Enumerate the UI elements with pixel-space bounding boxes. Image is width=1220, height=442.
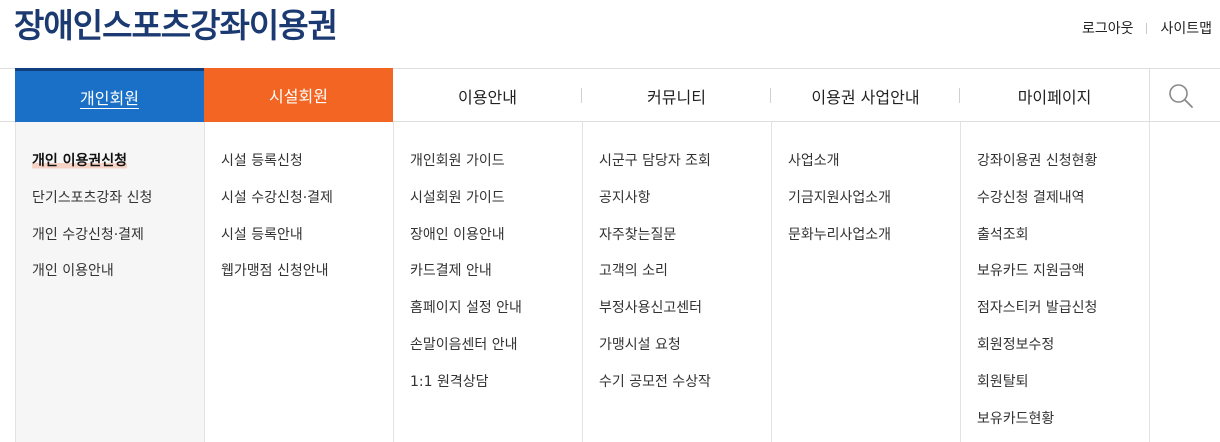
menu-item-business-intro[interactable]: 사업소개 — [788, 151, 960, 171]
menu-column-facility: 시설 등록신청 시설 수강신청·결제 시설 등록안내 웹가맹점 신청안내 — [205, 122, 394, 442]
menu-item-payment-history[interactable]: 수강신청 결제내역 — [977, 188, 1149, 208]
menu-item-facility-enroll-pay[interactable]: 시설 수강신청·결제 — [221, 188, 393, 208]
site-header: 장애인스포츠강좌이용권 로그아웃 사이트맵 — [0, 0, 1220, 68]
tab-mypage[interactable]: 마이페이지 — [960, 69, 1149, 122]
menu-column-business: 사업소개 기금지원사업소개 문화누리사업소개 — [772, 122, 961, 442]
menu-item-notices[interactable]: 공지사항 — [599, 188, 771, 208]
menu-item-homepage-settings-guide[interactable]: 홈페이지 설정 안내 — [410, 298, 582, 318]
tab-business-info[interactable]: 이용권 사업안내 — [771, 69, 960, 122]
tab-label: 마이페이지 — [1017, 87, 1092, 107]
menu-item-facility-register[interactable]: 시설 등록신청 — [221, 151, 393, 171]
menu-item-withdraw[interactable]: 회원탈퇴 — [977, 372, 1149, 392]
menu-item-disabled-usage-guide[interactable]: 장애인 이용안내 — [410, 225, 582, 245]
menu-item-faq[interactable]: 자주찾는질문 — [599, 225, 771, 245]
menu-item-card-balance[interactable]: 보유카드 지원금액 — [977, 261, 1149, 281]
search-button[interactable] — [1149, 69, 1212, 122]
tab-facility-member[interactable]: 시설회원 — [204, 68, 393, 122]
tab-usage-guide[interactable]: 이용안내 — [393, 69, 582, 122]
menu-column-community: 시군구 담당자 조회 공지사항 자주찾는질문 고객의 소리 부정사용신고센터 가… — [583, 122, 772, 442]
search-icon — [1169, 83, 1193, 108]
menu-item-facility-request[interactable]: 가맹시설 요청 — [599, 335, 771, 355]
menu-column-mypage: 강좌이용권 신청현황 수강신청 결제내역 출석조회 보유카드 지원금액 점자스티… — [961, 122, 1150, 442]
tab-community[interactable]: 커뮤니티 — [582, 69, 771, 122]
menu-item-personal-enroll-pay[interactable]: 개인 수강신청·결제 — [32, 225, 204, 245]
menu-item-short-term-course[interactable]: 단기스포츠강좌 신청 — [32, 188, 204, 208]
menu-item-fund-support-intro[interactable]: 기금지원사업소개 — [788, 188, 960, 208]
tab-personal-member[interactable]: 개인회원 — [15, 68, 204, 122]
menu-column-guide: 개인회원 가이드 시설회원 가이드 장애인 이용안내 카드결제 안내 홈페이지 … — [394, 122, 583, 442]
sitemap-link[interactable]: 사이트맵 — [1160, 18, 1212, 38]
menu-item-personal-member-guide[interactable]: 개인회원 가이드 — [410, 151, 582, 171]
logout-link[interactable]: 로그아웃 — [1082, 18, 1134, 38]
menu-item-district-contact[interactable]: 시군구 담당자 조회 — [599, 151, 771, 171]
utility-links: 로그아웃 사이트맵 — [1082, 18, 1212, 38]
menu-item-voucher-status[interactable]: 강좌이용권 신청현황 — [977, 151, 1149, 171]
tab-label: 개인회원 — [80, 88, 139, 108]
tab-label: 이용안내 — [458, 87, 517, 107]
mega-menu-panel: 개인 이용권신청 단기스포츠강좌 신청 개인 수강신청·결제 개인 이용안내 시… — [0, 122, 1220, 442]
menu-item-card-status[interactable]: 보유카드현황 — [977, 409, 1149, 429]
menu-column-personal: 개인 이용권신청 단기스포츠강좌 신청 개인 수강신청·결제 개인 이용안내 — [15, 122, 205, 442]
utility-divider — [1146, 22, 1148, 34]
menu-item-customer-voice[interactable]: 고객의 소리 — [599, 261, 771, 281]
menu-item-facility-member-guide[interactable]: 시설회원 가이드 — [410, 188, 582, 208]
menu-item-culture-nuri-intro[interactable]: 문화누리사업소개 — [788, 225, 960, 245]
main-navigation: 개인회원 시설회원 이용안내 커뮤니티 이용권 사업안내 마이페이지 — [0, 68, 1220, 122]
menu-item-edit-profile[interactable]: 회원정보수정 — [977, 335, 1149, 355]
menu-item-essay-winners[interactable]: 수기 공모전 수상작 — [599, 372, 771, 392]
site-title[interactable]: 장애인스포츠강좌이용권 — [14, 4, 338, 48]
menu-item-braille-sticker[interactable]: 점자스티커 발급신청 — [977, 298, 1149, 318]
menu-item-card-payment-guide[interactable]: 카드결제 안내 — [410, 261, 582, 281]
menu-item-relay-center-guide[interactable]: 손말이음센터 안내 — [410, 335, 582, 355]
menu-item-personal-voucher-apply[interactable]: 개인 이용권신청 — [32, 151, 128, 171]
menu-item-web-merchant-guide[interactable]: 웹가맹점 신청안내 — [221, 261, 393, 281]
menu-item-personal-guide[interactable]: 개인 이용안내 — [32, 261, 204, 281]
menu-item-remote-consult[interactable]: 1:1 원격상담 — [410, 372, 582, 392]
menu-item-facility-register-guide[interactable]: 시설 등록안내 — [221, 225, 393, 245]
tab-label: 이용권 사업안내 — [811, 87, 920, 107]
menu-item-attendance[interactable]: 출석조회 — [977, 225, 1149, 245]
menu-item-fraud-report[interactable]: 부정사용신고센터 — [599, 298, 771, 318]
tab-label: 커뮤니티 — [647, 87, 706, 107]
tab-label: 시설회원 — [269, 87, 328, 106]
